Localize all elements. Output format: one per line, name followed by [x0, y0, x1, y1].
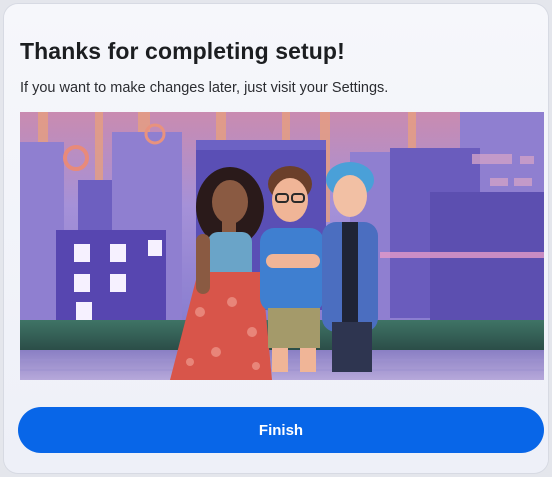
- finish-button[interactable]: Finish: [18, 407, 544, 453]
- dialog-subtitle: If you want to make changes later, just …: [20, 80, 389, 96]
- setup-complete-dialog: Thanks for completing setup! If you want…: [4, 4, 548, 473]
- avatars-illustration: [20, 112, 544, 380]
- dialog-title: Thanks for completing setup!: [20, 38, 345, 64]
